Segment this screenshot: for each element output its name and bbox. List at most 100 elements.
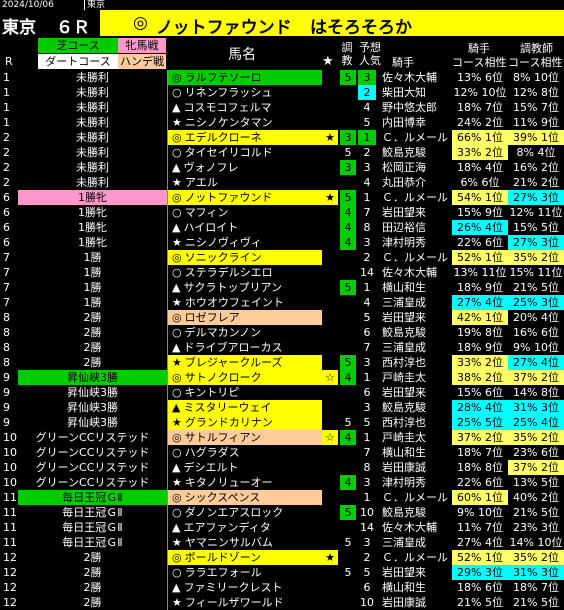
table-row: 7 1勝 ▲ サクラトップリアン 5 1 横山和生 18% 9位 21% 5位 — [0, 280, 564, 295]
popularity-cell: 2 — [358, 85, 376, 100]
horse-name[interactable]: ダノンエアスロック — [185, 506, 284, 519]
horse-name[interactable]: ニシノヴィヴィ — [185, 236, 262, 249]
horse-name[interactable]: ミスタリーウェイ — [183, 401, 271, 414]
horse-name[interactable]: エアファンディタ — [183, 521, 270, 534]
horse-name-cell: ▲ ドライブアローカス — [168, 340, 322, 355]
horse-name[interactable]: サクラトップリアン — [183, 281, 282, 294]
horse-name[interactable]: エデルクローネ — [185, 131, 262, 144]
race-number-cell: 1 — [3, 116, 10, 129]
horse-name[interactable]: ソニックライン — [185, 251, 262, 264]
star-icon — [322, 145, 338, 160]
horse-name[interactable]: タイセイリコルド — [185, 146, 273, 159]
horse-name[interactable]: ラルフテソーロ — [185, 71, 262, 84]
horse-name-cell: ▲ ハイロイト — [168, 220, 322, 235]
fillies-legend: 牝馬戦 — [118, 38, 166, 53]
race-class-cell: 1勝 — [18, 265, 168, 280]
horse-name[interactable]: ハイロイト — [183, 221, 238, 234]
horse-name[interactable]: ララエフォール — [185, 566, 262, 579]
horse-name-cell: ○ キントリピ — [168, 385, 322, 400]
horse-name[interactable]: ニシノケンタマン — [185, 116, 273, 129]
star-icon — [322, 220, 338, 235]
jockey-cell: 松岡正海 — [382, 161, 426, 174]
star-icon — [322, 100, 338, 115]
jockey-cell: 戸崎圭太 — [382, 431, 426, 444]
jockey-cell: 岩田望来 — [382, 566, 426, 579]
jockey-rank: 9位 — [484, 281, 503, 294]
table-row: 12 2勝 ◎ ボールドゾーン ★ 2 Ｃ．ルメール 52% 1位 35% 2位 — [0, 550, 564, 565]
horse-name-cell: ○ デルマカンノン — [168, 325, 322, 340]
table-row: 8 2勝 ▲ ドライブアローカス 7 三浦皇成 18% 9位 9% 10位 — [0, 340, 564, 355]
horse-name-cell: ◎ ラルフテソーロ — [168, 70, 322, 85]
horse-name[interactable]: グランドカリナン — [185, 416, 273, 429]
horse-name[interactable]: キタノリューオー — [185, 476, 273, 489]
choukyou-cell: 4 — [340, 430, 356, 445]
horse-name[interactable]: ドライブアローカス — [183, 341, 282, 354]
trainer-rank: 4位 — [540, 356, 559, 369]
trainer-rank: 8位 — [540, 386, 559, 399]
horse-name[interactable]: ブレジャークルーズ — [185, 356, 283, 369]
horse-name[interactable]: フィールザワールド — [185, 596, 284, 609]
jockey-course-cell: 15% 6位 — [452, 385, 508, 400]
star-icon — [322, 295, 338, 310]
trainer-rank: 11位 — [537, 266, 563, 279]
table-header: 芝コース 牝馬戦 ダートコース ハンデ戦 R 馬名 ★ 調教 予想 人気 騎手 … — [0, 38, 564, 70]
horse-name[interactable]: ハグラダス — [185, 446, 240, 459]
horse-name[interactable]: ホウオウフェイント — [185, 296, 284, 309]
jockey-cell: 鮫島克駿 — [382, 146, 426, 159]
star-icon — [322, 250, 338, 265]
race-number-cell: 9 — [3, 401, 10, 414]
race-number-cell: 11 — [3, 491, 17, 504]
jockey-cell: 戸崎圭太 — [382, 371, 426, 384]
horse-name[interactable]: ロゼフレア — [185, 311, 240, 324]
horse-name[interactable]: アエル — [185, 176, 218, 189]
star-icon — [322, 340, 338, 355]
mark-icon: ○ — [172, 266, 182, 279]
horse-name[interactable]: キントリピ — [185, 386, 240, 399]
race-class-cell: 毎日王冠ＧⅡ — [18, 505, 168, 520]
jockey-cell: Ｃ．ルメール — [382, 191, 448, 204]
trainer-rate: 15% — [513, 101, 538, 114]
trainer-course-cell: 37% 2位 — [508, 460, 564, 475]
horse-name[interactable]: ボールドゾーン — [185, 551, 261, 564]
star-icon — [322, 235, 338, 250]
horse-name[interactable]: コスモコフェルマ — [183, 101, 271, 114]
table-row: 10 グリーンCCリステッド ▲ デシエルト 8 岩田康誠 18% 8位 37% 2位 — [0, 460, 564, 475]
horse-name[interactable]: シックスペンス — [185, 491, 261, 504]
horse-name[interactable]: サトルフィアン — [185, 431, 261, 444]
table-row: 9 昇仙峡3勝 ○ キントリピ 6 岩田望来 15% 6位 14% 8位 — [0, 385, 564, 400]
horse-name[interactable]: ノットファウンド — [185, 191, 273, 204]
star-icon — [322, 475, 338, 490]
mark-icon: ◎ — [172, 311, 182, 324]
jockey-rate: 66% — [457, 131, 482, 144]
choukyou-cell — [340, 445, 356, 460]
horse-name[interactable]: マフィン — [185, 206, 229, 219]
tagline: はそろそろか — [310, 18, 412, 38]
race-number-cell: 6 — [3, 206, 10, 219]
horse-name[interactable]: ファミリークレスト — [183, 581, 282, 594]
table-row: 11 毎日王冠ＧⅡ ○ ダノンエアスロック 5 10 鮫島克駿 9% 10位 21% 5位 — [0, 505, 564, 520]
mark-icon: ○ — [172, 446, 182, 459]
jockey-rank: 7位 — [484, 101, 503, 114]
horse-name[interactable]: リネンフラッシュ — [185, 86, 273, 99]
jockey-cell: 柴田大知 — [382, 86, 426, 99]
trainer-rate: 16% — [513, 161, 538, 174]
race-class-cell: 未勝利 — [18, 145, 168, 160]
jockey-cell: 丸田恭介 — [382, 176, 426, 189]
jockey-course-cell: 28% 4位 — [452, 400, 508, 415]
table-row: 12 2勝 ○ ララエフォール 5 5 岩田望来 29% 3位 31% 3位 — [0, 565, 564, 580]
jockey-rate: 12% — [453, 86, 478, 99]
horse-name[interactable]: ステラデルシエロ — [185, 266, 273, 279]
jockey-cell: Ｃ．ルメール — [382, 491, 448, 504]
popularity-cell: 8 — [363, 221, 371, 234]
jockey-cell: 鮫島克駿 — [382, 326, 426, 339]
horse-name[interactable]: ヤマニンサルバム — [185, 536, 273, 549]
horse-name[interactable]: サトノクローク — [185, 371, 262, 384]
horse-name[interactable]: デシエルト — [183, 461, 238, 474]
choukyou-cell — [340, 580, 356, 595]
horse-name[interactable]: ヴォノフレ — [183, 161, 238, 174]
handicap-legend: ハンデ戦 — [118, 54, 166, 69]
star-icon — [322, 520, 338, 535]
trainer-course-cell: 13% 5位 — [508, 475, 564, 490]
race-class-cell: 1勝牝 — [18, 190, 168, 205]
horse-name[interactable]: デルマカンノン — [185, 326, 261, 339]
